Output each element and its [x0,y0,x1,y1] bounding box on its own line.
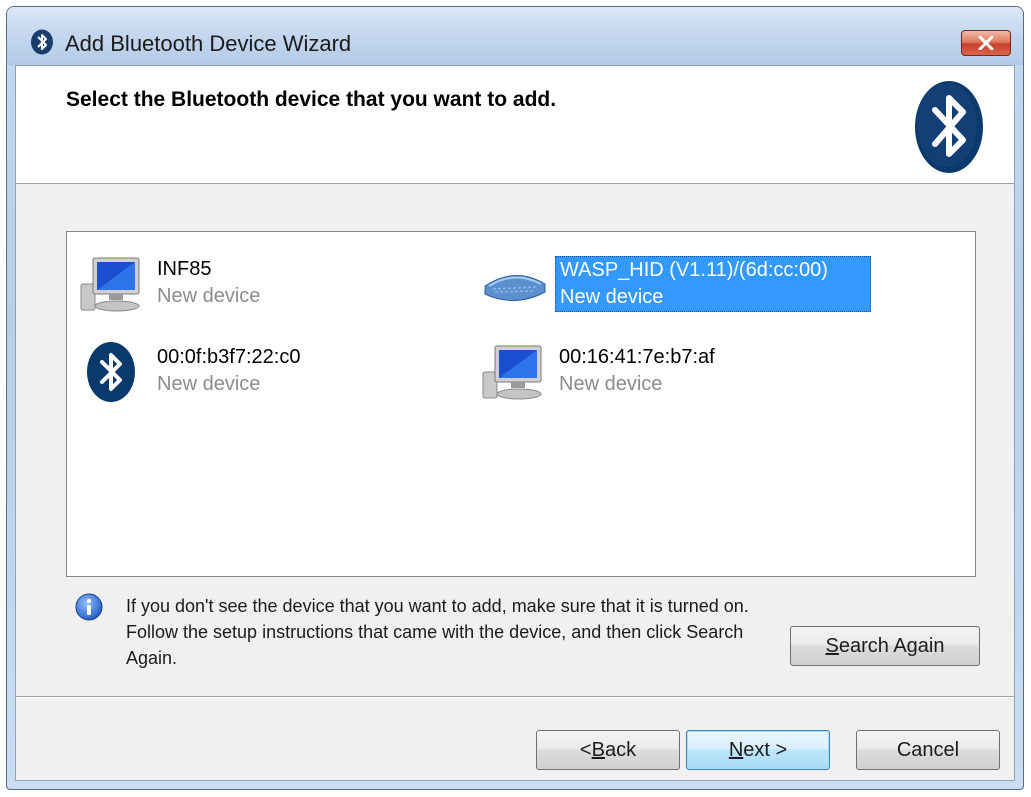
next-button[interactable]: Next > [686,730,830,770]
wizard-header: Select the Bluetooth device that you wan… [16,66,1014,184]
wizard-window: Add Bluetooth Device Wizard Select the B… [6,6,1024,790]
device-label: WASP_HID (V1.11)/(6d:cc:00) New device [555,256,871,312]
page-title: Select the Bluetooth device that you wan… [66,88,557,111]
keyboard-icon [484,275,546,302]
device-status: New device [157,285,261,307]
close-button[interactable] [961,30,1011,56]
device-item[interactable]: INF85 New device [79,254,479,314]
title-bar[interactable]: Add Bluetooth Device Wizard [7,7,1023,65]
computer-icon [482,345,542,400]
device-item[interactable]: 00:0f:b3f7:22:c0 New device [79,342,479,402]
device-label: INF85 New device [153,256,264,310]
device-name: INF85 [157,258,212,280]
back-button[interactable]: < Back [536,730,680,770]
close-icon [978,36,994,50]
button-separator [16,696,1014,698]
device-item[interactable]: WASP_HID (V1.11)/(6d:cc:00) New device [481,254,941,314]
wizard-client-area: Select the Bluetooth device that you wan… [15,65,1015,781]
device-name: 00:16:41:7e:b7:af [559,346,715,368]
device-name: WASP_HID (V1.11)/(6d:cc:00) [560,259,828,281]
device-status: New device [559,373,663,395]
device-label: 00:16:41:7e:b7:af New device [555,344,719,398]
info-icon [75,593,103,621]
device-list[interactable]: INF85 New device WASP_HID (V1.11)/(6d:cc… [66,231,976,577]
computer-icon [80,257,140,312]
cancel-button[interactable]: Cancel [856,730,1000,770]
info-message: If you don't see the device that you wan… [126,596,749,668]
device-status: New device [560,286,664,308]
device-item[interactable]: 00:16:41:7e:b7:af New device [481,342,881,402]
bluetooth-icon [31,29,53,55]
device-status: New device [157,373,261,395]
bluetooth-logo-icon [915,81,983,173]
device-label: 00:0f:b3f7:22:c0 New device [153,344,304,398]
bluetooth-icon [87,342,135,402]
search-again-button[interactable]: Search Again [790,626,980,666]
device-name: 00:0f:b3f7:22:c0 [157,346,301,368]
window-title: Add Bluetooth Device Wizard [65,31,352,56]
